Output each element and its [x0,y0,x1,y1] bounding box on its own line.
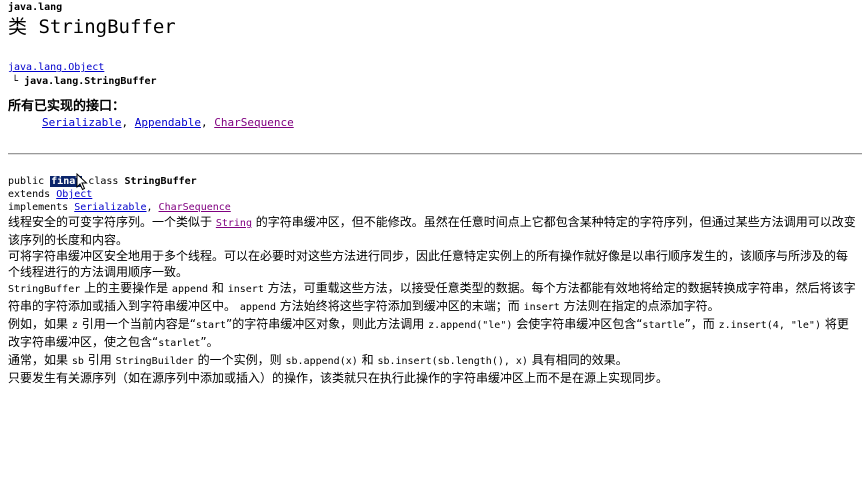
implemented-interfaces-heading: 所有已实现的接口： [8,99,126,114]
javadoc-page: java.lang 类 StringBuffer java.lang.Objec… [8,2,862,386]
text: 上的主要操作是 [84,281,169,295]
code-text: sb [71,356,84,367]
text: 会使字符串缓冲区包含“ [516,317,643,331]
class-title-name: StringBuffer [38,16,176,38]
code-text: sb.append(x) [285,356,358,367]
section-divider [8,153,862,155]
modifier-public: public [8,176,45,187]
text: 和 [211,281,224,295]
description-paragraph-2: 可将字符串缓冲区安全地用于多个线程。可以在必要时对这些方法进行同步，因此任意特定… [8,249,849,279]
text: 方法则在指定的点添加字符。 [563,299,720,313]
code-text: StringBuilder [115,356,194,367]
code-text: starlet [158,338,201,349]
text: 引用一个当前内容是“ [81,317,196,331]
hierarchy-parent-link[interactable]: java.lang.Object [8,62,104,73]
implemented-interfaces-list: Serializable, Appendable, CharSequence [8,115,860,131]
description-paragraph-3: StringBuffer 上的主要操作是 append 和 insert 方法，… [8,280,858,316]
declaration-line-3: implements Serializable, CharSequence [8,201,860,214]
code-text: insert [227,284,264,295]
text: ”的字符串缓冲区对象，则此方法调用 [226,317,425,331]
implements-link-serializable[interactable]: Serializable [74,202,146,213]
text: 例如，如果 [8,317,69,331]
code-text: StringBuffer [8,284,81,295]
implements-separator: , [146,202,159,213]
text: 具有相同的效果。 [531,353,628,367]
description-paragraph-5: 通常，如果 sb 引用 StringBuilder 的一个实例，则 sb.app… [8,352,858,370]
declaration-line-2: extends Object [8,188,860,201]
class-title-prefix: 类 [8,16,28,38]
code-text: append [171,284,209,295]
hierarchy-child: └ java.lang.StringBuffer [8,75,860,89]
code-text: z [71,320,78,331]
text: 的一个实例，则 [197,353,282,367]
text: 线程安全的可变字符序列。一个类似于 [8,215,213,229]
declaration-line-1: public final class StringBuffer [8,173,860,191]
package-name: java.lang [8,2,63,13]
text: 引用 [87,353,112,367]
description-paragraph-4: 例如，如果 z 引用一个当前内容是“start”的字符串缓冲区对象，则此方法调用… [8,316,858,352]
text: 通常，如果 [8,353,69,367]
text: ”，而 [684,317,715,331]
class-declaration: public final class StringBuffer extends … [8,173,860,214]
keyword-implements: implements [8,202,69,213]
text: ”。 [200,335,219,349]
interface-link-appendable[interactable]: Appendable [135,116,201,129]
interface-separator: , [121,116,135,129]
code-text: append [239,302,276,313]
keyword-extends: extends [8,189,51,200]
interface-separator: , [200,116,215,129]
description-paragraph-1: 线程安全的可变字符序列。一个类似于 String 的字符串缓冲区，但不能修改。虽… [8,214,858,248]
text: 方法始终将这些字符添加到缓冲区的末端；而 [279,299,520,313]
string-class-link[interactable]: String [216,218,252,229]
interface-link-charsequence[interactable]: CharSequence [214,116,293,129]
implements-link-charsequence[interactable]: CharSequence [159,202,231,213]
text: 和 [361,353,374,367]
code-text: sb.insert(sb.length(), x) [377,356,528,367]
tree-branch-icon: └ [12,76,19,87]
interface-link-serializable[interactable]: Serializable [42,116,121,129]
code-text: insert [523,302,560,313]
declaration-class-name: StringBuffer [124,176,197,187]
hierarchy-child-name: java.lang.StringBuffer [24,76,157,87]
code-text: z.insert(4, "le") [718,320,821,331]
class-title: 类 StringBuffer [8,15,860,39]
code-text: startle [642,320,685,331]
class-hierarchy: java.lang.Object └ java.lang.StringBuffe… [8,61,860,89]
code-text: start [195,320,227,331]
code-text: z.append("le") [428,320,513,331]
keyword-class: class [88,176,119,187]
description-paragraph-6: 只要发生有关源序列（如在源序列中添加或插入）的操作，该类就只在执行此操作的字符串… [8,371,669,385]
